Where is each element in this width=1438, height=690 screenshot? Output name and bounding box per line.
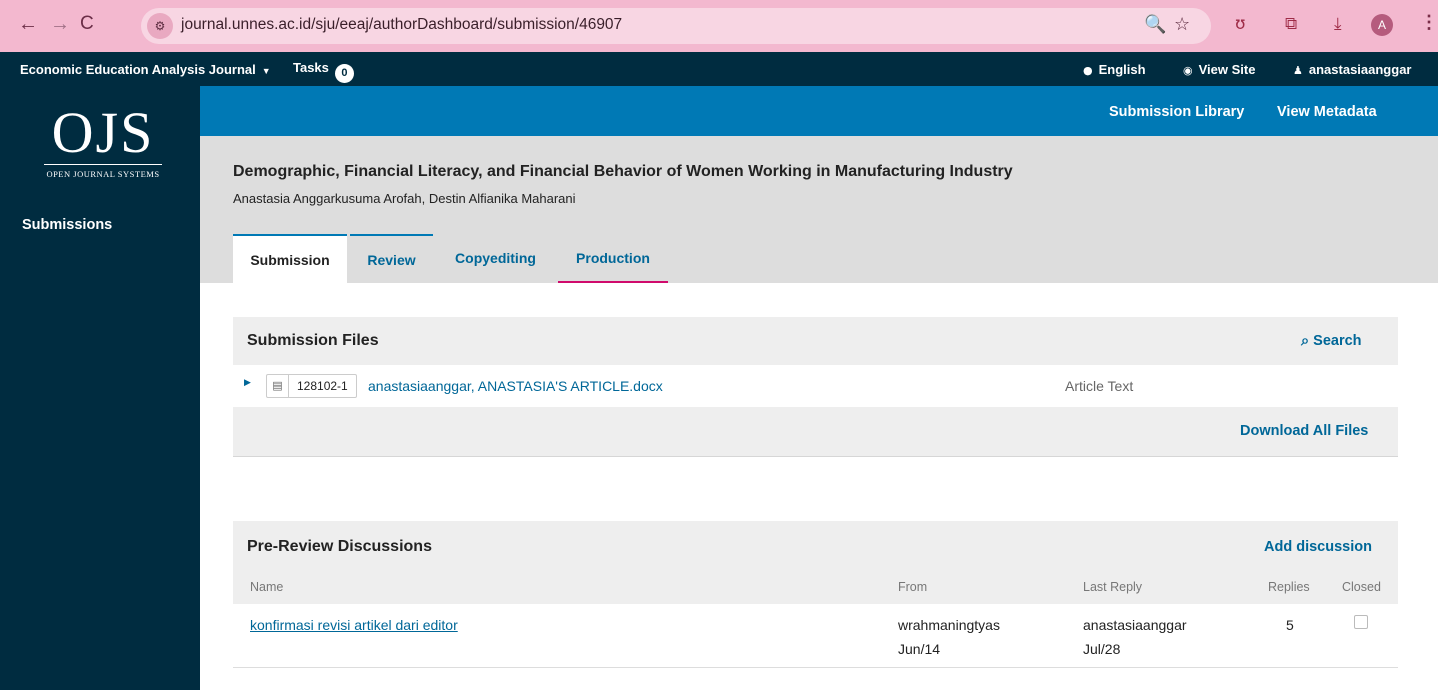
bookmark-star-icon[interactable]: ☆ [1174, 14, 1190, 35]
files-footer: Download All Files [233, 407, 1398, 457]
profile-avatar[interactable]: A [1371, 14, 1393, 36]
closed-checkbox[interactable] [1354, 615, 1368, 629]
language-menu[interactable]: ● English [1083, 62, 1146, 77]
column-closed: Closed [1342, 580, 1381, 594]
discussion-from-user: wrahmaningtyas [898, 617, 1000, 633]
submission-title: Demographic, Financial Literacy, and Fin… [233, 163, 1013, 180]
discussions-title: Pre-Review Discussions [247, 538, 432, 555]
user-menu[interactable]: ♟ anastasiaanggar [1293, 62, 1411, 77]
search-label: Search [1313, 333, 1362, 349]
logo-subtitle: OPEN JOURNAL SYSTEMS [46, 169, 160, 179]
add-discussion-button[interactable]: Add discussion [1264, 539, 1372, 555]
submission-files-title: Submission Files [247, 332, 379, 349]
submission-actions-bar: Submission Library View Metadata [200, 86, 1438, 136]
column-replies: Replies [1268, 580, 1310, 594]
file-row: ▶ ▤ 128102-1 anastasiaanggar, ANASTASIA'… [233, 365, 1398, 407]
discussion-link[interactable]: konfirmasi revisi artikel dari editor [250, 617, 458, 633]
file-type: Article Text [1065, 378, 1134, 394]
globe-icon: ● [1083, 64, 1093, 77]
ojs-logo[interactable]: OJS OPEN JOURNAL SYSTEMS [44, 104, 162, 179]
forward-arrow-icon[interactable]: → [50, 14, 70, 34]
file-name-link[interactable]: anastasiaanggar, ANASTASIA'S ARTICLE.doc… [368, 378, 663, 394]
discussion-reply-user: anastasiaanggar [1083, 617, 1187, 633]
view-metadata-link[interactable]: View Metadata [1277, 104, 1377, 120]
submission-header: Demographic, Financial Literacy, and Fin… [200, 136, 1438, 283]
search-files-button[interactable]: ⌕ Search [1301, 333, 1362, 349]
back-arrow-icon[interactable]: ← [18, 14, 38, 34]
tasks-button[interactable]: Tasks 0 [293, 60, 354, 83]
view-site-link[interactable]: ◉ View Site [1183, 62, 1255, 77]
file-id: 128102-1 [297, 379, 348, 393]
caret-down-icon: ▼ [261, 66, 271, 76]
sidebar: OJS OPEN JOURNAL SYSTEMS Submissions [0, 86, 200, 690]
journal-switcher[interactable]: Economic Education Analysis Journal ▼ [20, 62, 271, 77]
browser-menu-icon[interactable]: ⋮ [1420, 12, 1438, 33]
logo-text: OJS [44, 104, 162, 165]
discussion-row: konfirmasi revisi artikel dari editor wr… [233, 604, 1398, 668]
browser-toolbar: ← → C ⚙ journal.unnes.ac.id/sju/eeaj/aut… [0, 0, 1438, 52]
document-icon: ▤ [267, 375, 289, 397]
column-from: From [898, 580, 928, 594]
discussion-replies-count: 5 [1286, 617, 1294, 633]
sidebar-item-submissions[interactable]: Submissions [22, 217, 112, 233]
puzzle-icon[interactable]: ⧉ [1285, 14, 1297, 34]
zoom-icon[interactable]: 🔍 [1144, 14, 1166, 35]
tab-production[interactable]: Production [558, 234, 668, 283]
tasks-count-badge: 0 [334, 64, 354, 83]
discussion-reply-date: Jul/28 [1083, 641, 1121, 657]
user-icon: ♟ [1293, 64, 1303, 77]
reload-icon[interactable]: C [80, 14, 94, 34]
search-icon: ⌕ [1301, 333, 1310, 349]
eye-icon: ◉ [1183, 64, 1193, 77]
tab-review[interactable]: Review [350, 234, 433, 283]
language-label: English [1098, 62, 1146, 77]
journal-name: Economic Education Analysis Journal [20, 62, 256, 77]
column-name: Name [250, 580, 284, 594]
extension-icon[interactable]: ʊ [1235, 14, 1246, 34]
expand-triangle-icon[interactable]: ▶ [244, 377, 251, 388]
discussions-header: Pre-Review Discussions Add discussion [233, 521, 1398, 604]
site-info-icon[interactable]: ⚙ [147, 13, 173, 39]
file-id-badge: ▤ 128102-1 [266, 374, 357, 398]
tab-submission[interactable]: Submission [233, 234, 347, 283]
username-label: anastasiaanggar [1308, 62, 1412, 77]
submission-files-header: Submission Files ⌕ Search [233, 317, 1398, 365]
tasks-label: Tasks [293, 60, 329, 75]
submission-authors: Anastasia Anggarkusuma Arofah, Destin Al… [233, 191, 576, 206]
url-text[interactable]: journal.unnes.ac.id/sju/eeaj/authorDashb… [181, 16, 622, 34]
discussion-from-date: Jun/14 [898, 641, 941, 657]
download-all-files-button[interactable]: Download All Files [1240, 423, 1368, 439]
download-icon[interactable]: ⤓ [1334, 14, 1342, 34]
address-bar[interactable]: ⚙ journal.unnes.ac.id/sju/eeaj/authorDas… [141, 8, 1211, 44]
submission-library-link[interactable]: Submission Library [1109, 104, 1244, 120]
tab-copyediting[interactable]: Copyediting [442, 234, 549, 283]
view-site-label: View Site [1198, 62, 1256, 77]
column-last-reply: Last Reply [1083, 580, 1143, 594]
ojs-topbar: Economic Education Analysis Journal ▼ Tas… [0, 52, 1438, 86]
